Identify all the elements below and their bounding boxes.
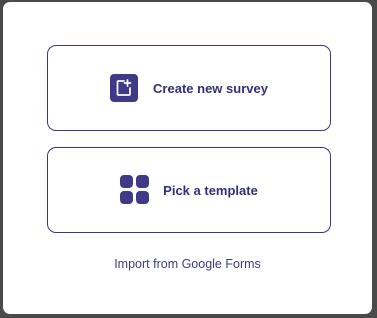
- import-google-forms-link[interactable]: Import from Google Forms: [3, 257, 372, 271]
- grid-icon-tile: [136, 191, 150, 204]
- grid-icon-tile: [120, 191, 134, 204]
- add-document-icon-svg: [116, 79, 132, 96]
- new-survey-dialog: Create new survey Pick a template Import…: [3, 2, 372, 314]
- pick-template-label: Pick a template: [163, 182, 258, 198]
- grid-icon-tile: [136, 175, 150, 188]
- grid-icon-tile: [120, 175, 134, 188]
- pick-template-button[interactable]: Pick a template: [47, 147, 331, 233]
- create-new-survey-label: Create new survey: [153, 80, 268, 96]
- grid-icon: [120, 175, 150, 205]
- add-document-icon: [110, 74, 139, 102]
- create-new-survey-button[interactable]: Create new survey: [47, 45, 331, 131]
